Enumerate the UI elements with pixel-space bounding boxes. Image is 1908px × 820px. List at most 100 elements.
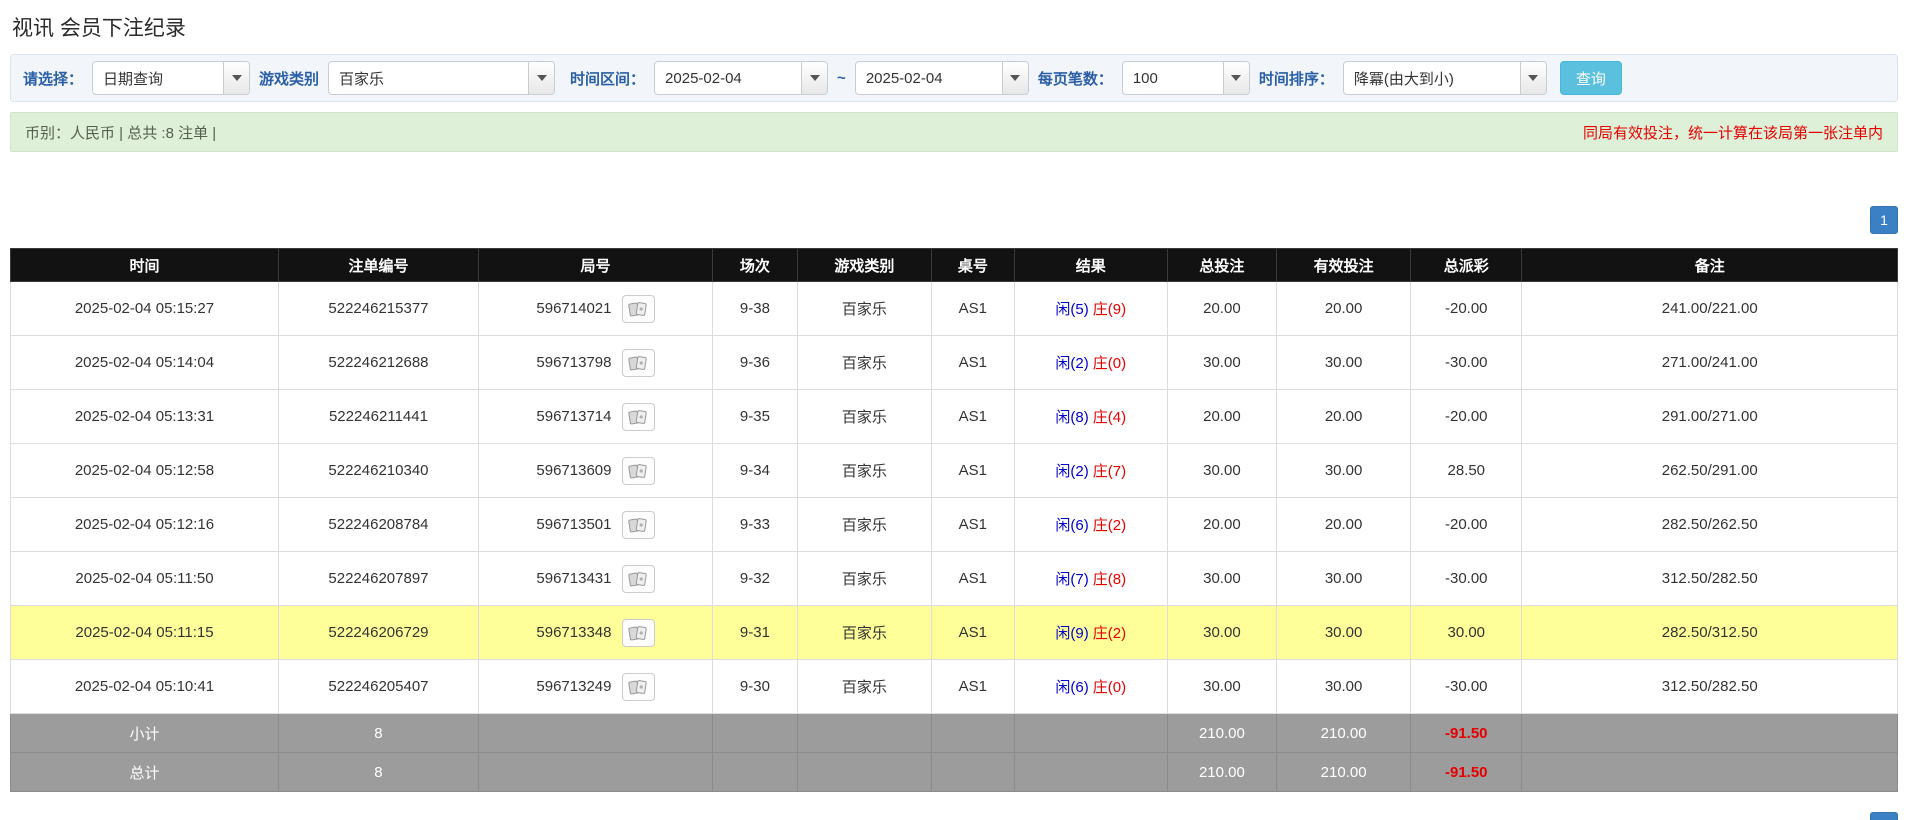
page-number-button[interactable]: 1	[1870, 206, 1898, 234]
per-page-input[interactable]	[1123, 62, 1223, 94]
footer-empty-cell	[1522, 753, 1898, 792]
round-detail-button[interactable]	[622, 619, 655, 647]
date-range-separator: ~	[837, 70, 846, 87]
page-number-button[interactable]: 1	[1870, 812, 1898, 820]
cell-bet-id: 522246210340	[278, 444, 478, 498]
round-detail-button[interactable]	[622, 565, 655, 593]
cell-time: 2025-02-04 05:12:58	[11, 444, 279, 498]
cell-table-no: AS1	[931, 444, 1014, 498]
cell-bet-id: 522246212688	[278, 336, 478, 390]
cell-note: 312.50/282.50	[1522, 660, 1898, 714]
cell-bet-id: 522246211441	[278, 390, 478, 444]
subtotal-count: 8	[278, 714, 478, 753]
footer-empty-cell	[478, 714, 712, 753]
footer-empty-cell	[1014, 714, 1167, 753]
cell-result: 闲(2)庄(0)	[1014, 336, 1167, 390]
per-page-dropdown-button[interactable]	[1223, 62, 1249, 94]
result-banker: 庄(8)	[1093, 571, 1126, 588]
cell-result: 闲(2)庄(7)	[1014, 444, 1167, 498]
round-id-text: 596713431	[536, 570, 611, 587]
cards-icon	[628, 571, 648, 587]
cell-game-type: 百家乐	[797, 660, 931, 714]
round-detail-button[interactable]	[622, 403, 655, 431]
result-player: 闲(8)	[1055, 409, 1088, 426]
cell-total-bet[interactable]: 20.00	[1167, 498, 1276, 552]
pagination-bottom: 1	[1870, 812, 1898, 820]
cell-round-id: 596713609	[478, 444, 712, 498]
table-row: 2025-02-04 05:15:27 522246215377 5967140…	[11, 282, 1898, 336]
cell-result: 闲(6) 庄(0)	[1014, 660, 1167, 714]
header-round-id: 局号	[478, 249, 712, 282]
total-count: 8	[278, 753, 478, 792]
cell-note: 312.50/282.50	[1522, 552, 1898, 606]
cell-bet-id: 522246208784	[278, 498, 478, 552]
round-detail-button[interactable]	[622, 349, 655, 377]
query-type-dropdown-button[interactable]	[223, 62, 249, 94]
cell-total-bet[interactable]: 20.00	[1167, 390, 1276, 444]
cell-payout: -30.00	[1411, 552, 1522, 606]
cell-valid-bet: 20.00	[1277, 282, 1411, 336]
cell-total-bet[interactable]: 30.00	[1167, 606, 1276, 660]
cell-round-id: 596713501	[478, 498, 712, 552]
round-id-text: 596714021	[536, 300, 611, 317]
cell-session: 9-31	[712, 606, 797, 660]
round-detail-button[interactable]	[622, 295, 655, 323]
total-row: 总计 8 210.00 210.00 -91.50	[11, 753, 1898, 792]
header-payout: 总派彩	[1411, 249, 1522, 282]
cell-bet-id: 522246206729	[278, 606, 478, 660]
result-banker: 庄(0)	[1093, 679, 1126, 696]
cell-total-bet[interactable]: 30.00	[1167, 660, 1276, 714]
footer-empty-cell	[797, 753, 931, 792]
round-detail-button[interactable]	[622, 511, 655, 539]
round-detail-button[interactable]	[622, 673, 655, 701]
cell-note: 241.00/221.00	[1522, 282, 1898, 336]
sort-dropdown-button[interactable]	[1520, 62, 1546, 94]
cell-total-bet[interactable]: 30.00	[1167, 336, 1276, 390]
cell-total-bet[interactable]: 20.00	[1167, 282, 1276, 336]
per-page-label: 每页笔数：	[1038, 68, 1113, 89]
query-type-input[interactable]	[93, 62, 223, 94]
round-id-text: 596713249	[536, 678, 611, 695]
result-player: 闲(6)	[1055, 679, 1088, 696]
search-button[interactable]: 查询	[1560, 61, 1622, 95]
summary-currency-count: 币别：人民币 | 总共 :8 注单 |	[25, 122, 216, 143]
date-to-dropdown-button[interactable]	[1002, 62, 1028, 94]
header-total-bet: 总投注	[1167, 249, 1276, 282]
cell-session: 9-35	[712, 390, 797, 444]
cell-total-bet[interactable]: 30.00	[1167, 552, 1276, 606]
round-detail-button[interactable]	[622, 457, 655, 485]
cell-round-id: 596713798	[478, 336, 712, 390]
sort-label: 时间排序：	[1259, 68, 1334, 89]
cell-time: 2025-02-04 05:11:15	[11, 606, 279, 660]
cell-bet-id: 522246207897	[278, 552, 478, 606]
cell-table-no: AS1	[931, 390, 1014, 444]
result-player: 闲(7)	[1055, 571, 1088, 588]
date-from-dropdown-button[interactable]	[801, 62, 827, 94]
cell-table-no: AS1	[931, 498, 1014, 552]
cell-payout: -20.00	[1411, 498, 1522, 552]
header-valid-bet: 有效投注	[1277, 249, 1411, 282]
game-type-dropdown-button[interactable]	[528, 62, 554, 94]
summary-bar: 币别：人民币 | 总共 :8 注单 | 同局有效投注，统一计算在该局第一张注单内	[10, 112, 1898, 152]
total-label: 总计	[11, 753, 279, 792]
cell-valid-bet: 30.00	[1277, 444, 1411, 498]
round-id-text: 596713348	[536, 624, 611, 641]
cell-session: 9-33	[712, 498, 797, 552]
sort-input[interactable]	[1344, 62, 1520, 94]
footer-empty-cell	[712, 714, 797, 753]
date-to-input[interactable]	[856, 62, 1002, 94]
footer-empty-cell	[478, 753, 712, 792]
cards-icon	[628, 355, 648, 371]
cell-time: 2025-02-04 05:11:50	[11, 552, 279, 606]
header-time: 时间	[11, 249, 279, 282]
cell-note: 271.00/241.00	[1522, 336, 1898, 390]
cell-payout: -20.00	[1411, 282, 1522, 336]
round-id-text: 596713501	[536, 516, 611, 533]
game-type-input[interactable]	[329, 62, 528, 94]
date-from-input[interactable]	[655, 62, 801, 94]
round-id-text: 596713609	[536, 462, 611, 479]
cell-result: 闲(6)庄(2)	[1014, 498, 1167, 552]
cell-total-bet[interactable]: 30.00	[1167, 444, 1276, 498]
table-row: 2025-02-04 05:11:50 522246207897 5967134…	[11, 552, 1898, 606]
game-type-combo	[328, 61, 555, 95]
